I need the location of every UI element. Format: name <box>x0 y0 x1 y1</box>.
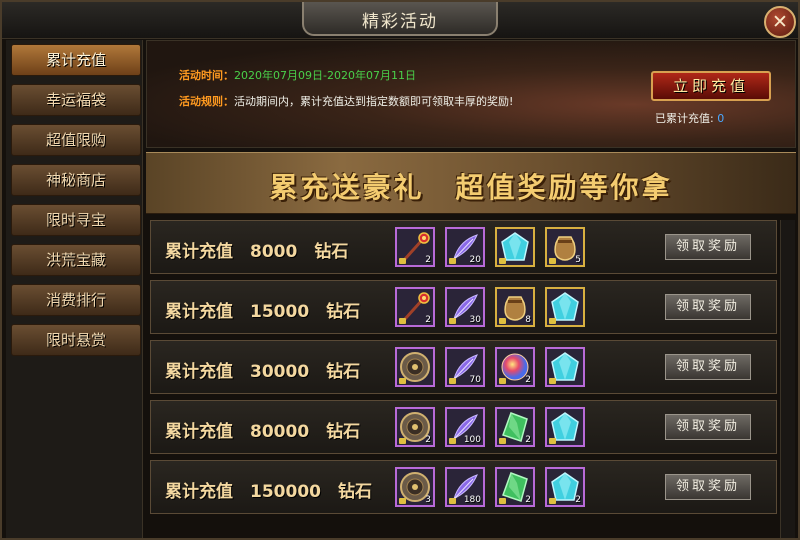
sidebar-item-lucky-bag[interactable]: 幸运福袋 <box>11 84 141 116</box>
bound-lock-icon <box>499 258 506 264</box>
reward-item-slot[interactable]: 30 <box>445 287 485 327</box>
item-count: 100 <box>463 435 481 445</box>
reward-row: 累计充值 8000 钻石 2 20 5 领取奖励 <box>150 220 777 274</box>
reward-item-slot[interactable]: 20 <box>445 227 485 267</box>
reward-item-slot[interactable]: 2 <box>495 467 535 507</box>
bound-lock-icon <box>449 318 456 324</box>
bound-lock-icon <box>449 438 456 444</box>
item-count: 8 <box>525 315 531 325</box>
bound-lock-icon <box>499 378 506 384</box>
reward-item-slot[interactable]: 2 <box>495 347 535 387</box>
reward-item-slot[interactable] <box>545 287 585 327</box>
reward-item-slot[interactable]: 2 <box>545 467 585 507</box>
bound-lock-icon <box>549 258 556 264</box>
sidebar-item-bounty[interactable]: 限时悬赏 <box>11 324 141 356</box>
sidebar-item-cumulative-recharge[interactable]: 累计充值 <box>11 44 141 76</box>
activity-window: 精彩活动 ✕ 累计充值 幸运福袋 超值限购 神秘商店 限时寻宝 洪荒宝藏 消费排… <box>0 0 800 540</box>
bound-lock-icon <box>449 378 456 384</box>
reward-row: 累计充值 15000 钻石 2 30 8 领取奖励 <box>150 280 777 334</box>
recharge-now-button[interactable]: 立即充值 <box>651 71 771 101</box>
bound-lock-icon <box>549 318 556 324</box>
item-count: 20 <box>469 255 481 265</box>
claim-reward-button[interactable]: 领取奖励 <box>665 414 751 440</box>
reward-tier-label: 累计充值 8000 钻石 <box>165 242 349 262</box>
reward-item-slot[interactable]: 2 <box>395 407 435 447</box>
item-count: 2 <box>525 435 531 445</box>
banner-text: 累充送豪礼 超值奖励等你拿 <box>269 171 673 204</box>
item-count: 2 <box>525 495 531 505</box>
sidebar-item-value-purchase[interactable]: 超值限购 <box>11 124 141 156</box>
claim-reward-button[interactable]: 领取奖励 <box>665 234 751 260</box>
bound-lock-icon <box>499 438 506 444</box>
bound-lock-icon <box>449 258 456 264</box>
item-count: 30 <box>469 315 481 325</box>
rule-label: 活动规则： <box>179 95 234 108</box>
reward-item-slot[interactable] <box>495 227 535 267</box>
item-count: 2 <box>425 255 431 265</box>
reward-item-slot[interactable]: 2 <box>395 227 435 267</box>
claim-reward-button[interactable]: 领取奖励 <box>665 474 751 500</box>
claim-reward-button[interactable]: 领取奖励 <box>665 354 751 380</box>
claim-reward-button[interactable]: 领取奖励 <box>665 294 751 320</box>
activity-rule: 活动规则：活动期间内，累计充值达到指定数额即可领取丰厚的奖励! <box>179 93 513 109</box>
window-title: 精彩活动 <box>362 12 438 32</box>
reward-row: 累计充值 150000 钻石 3 180 2 2 领取奖励 <box>150 460 777 514</box>
rule-value: 活动期间内，累计充值达到指定数额即可领取丰厚的奖励! <box>234 95 514 108</box>
title-plate: 精彩活动 <box>302 2 498 36</box>
title-bar: 精彩活动 ✕ <box>2 2 798 39</box>
info-panel: 活动时间：2020年07月09日-2020年07月11日 活动规则：活动期间内，… <box>146 40 796 148</box>
total-recharge: 已累计充值: 0 <box>655 110 724 126</box>
close-button[interactable]: ✕ <box>764 6 796 38</box>
item-count: 70 <box>469 375 481 385</box>
reward-item-slot[interactable] <box>395 347 435 387</box>
reward-row: 累计充值 30000 钻石 70 2 领取奖励 <box>150 340 777 394</box>
sidebar-item-spending-rank[interactable]: 消费排行 <box>11 284 141 316</box>
promo-banner: 累充送豪礼 超值奖励等你拿 <box>146 152 796 214</box>
sidebar-item-mystery-shop[interactable]: 神秘商店 <box>11 164 141 196</box>
total-value: 0 <box>717 112 725 125</box>
bound-lock-icon <box>399 498 406 504</box>
reward-tier-label: 累计充值 150000 钻石 <box>165 482 372 502</box>
reward-item-slot[interactable] <box>545 407 585 447</box>
item-count: 2 <box>425 435 431 445</box>
bound-lock-icon <box>549 438 556 444</box>
item-count: 180 <box>463 495 481 505</box>
reward-item-slot[interactable]: 3 <box>395 467 435 507</box>
item-count: 2 <box>575 495 581 505</box>
sidebar: 累计充值 幸运福袋 超值限购 神秘商店 限时寻宝 洪荒宝藏 消费排行 限时悬赏 <box>6 40 143 538</box>
time-label: 活动时间： <box>179 69 234 82</box>
sidebar-item-treasure-hunt[interactable]: 限时寻宝 <box>11 204 141 236</box>
item-count: 3 <box>425 495 431 505</box>
reward-item-slot[interactable] <box>545 347 585 387</box>
bound-lock-icon <box>499 318 506 324</box>
time-value: 2020年07月09日-2020年07月11日 <box>234 69 416 82</box>
reward-item-slot[interactable]: 8 <box>495 287 535 327</box>
bound-lock-icon <box>399 378 406 384</box>
bound-lock-icon <box>399 318 406 324</box>
sidebar-item-primordial-treasure[interactable]: 洪荒宝藏 <box>11 244 141 276</box>
reward-tier-label: 累计充值 15000 钻石 <box>165 302 361 322</box>
reward-item-slot[interactable]: 100 <box>445 407 485 447</box>
reward-item-slot[interactable]: 2 <box>495 407 535 447</box>
reward-row: 累计充值 80000 钻石 2 100 2 领取奖励 <box>150 400 777 454</box>
bound-lock-icon <box>549 378 556 384</box>
reward-item-slot[interactable]: 5 <box>545 227 585 267</box>
bound-lock-icon <box>549 498 556 504</box>
scrollbar[interactable] <box>780 220 795 538</box>
item-count: 2 <box>525 375 531 385</box>
activity-time: 活动时间：2020年07月09日-2020年07月11日 <box>179 67 416 83</box>
item-count: 5 <box>575 255 581 265</box>
reward-tier-label: 累计充值 30000 钻石 <box>165 362 361 382</box>
bound-lock-icon <box>449 498 456 504</box>
reward-item-slot[interactable]: 2 <box>395 287 435 327</box>
reward-tier-label: 累计充值 80000 钻石 <box>165 422 361 442</box>
reward-item-slot[interactable]: 70 <box>445 347 485 387</box>
bound-lock-icon <box>499 498 506 504</box>
bound-lock-icon <box>399 258 406 264</box>
total-label: 已累计充值: <box>655 112 718 125</box>
reward-item-slot[interactable]: 180 <box>445 467 485 507</box>
bound-lock-icon <box>399 438 406 444</box>
item-count: 2 <box>425 315 431 325</box>
